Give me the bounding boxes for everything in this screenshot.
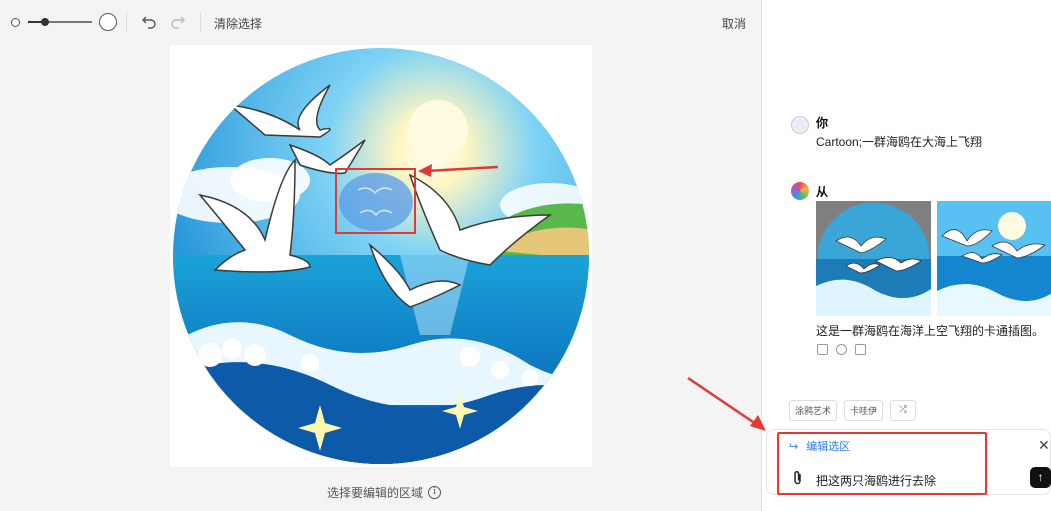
undo-icon[interactable] xyxy=(141,13,157,29)
reply-arrow-icon: ↪ xyxy=(789,440,799,453)
divider xyxy=(200,12,201,32)
thumbnail-illustration xyxy=(816,202,931,316)
large-dot-icon xyxy=(99,13,117,31)
generated-image-thumbnail[interactable] xyxy=(816,201,931,316)
seagull-illustration xyxy=(173,48,589,464)
cancel-button[interactable]: 取消 xyxy=(722,15,746,32)
style-chip[interactable]: 卡哇伊 xyxy=(844,400,884,421)
user-name: 你 xyxy=(816,116,829,130)
image-editor-pane: 清除选择 取消 选择要编辑的区域 i xyxy=(0,0,762,511)
message-input[interactable]: 把这两只海鸥进行去除 xyxy=(816,472,936,489)
thumbnail-illustration xyxy=(937,201,1051,316)
message-actions xyxy=(817,344,866,355)
divider xyxy=(126,12,127,32)
hint-text: 选择要编辑的区域 xyxy=(327,486,424,500)
small-dot-icon xyxy=(11,18,20,27)
assistant-avatar xyxy=(791,182,809,200)
edit-selection-label: 编辑选区 xyxy=(806,441,851,453)
user-message-text: Cartoon;一群海鸥在大海上飞翔 xyxy=(816,135,983,149)
close-icon[interactable]: ✕ xyxy=(1038,437,1050,454)
copy-icon[interactable] xyxy=(817,344,828,355)
edit-canvas[interactable] xyxy=(170,45,592,467)
edit-selection-tag[interactable]: ↪ 编辑选区 xyxy=(789,438,850,454)
user-avatar xyxy=(791,116,809,134)
thumbs-down-icon[interactable] xyxy=(855,344,866,355)
brush-size-slider[interactable] xyxy=(28,15,92,29)
edit-area-hint: 选择要编辑的区域 i xyxy=(327,484,442,501)
info-icon[interactable]: i xyxy=(428,486,442,499)
send-arrow-icon[interactable]: ↑ xyxy=(1030,467,1051,488)
attachment-icon[interactable] xyxy=(791,470,805,486)
shuffle-icon[interactable]: ⤮ xyxy=(890,400,917,421)
clear-selection-button[interactable]: 清除选择 xyxy=(214,15,262,32)
regenerate-icon[interactable] xyxy=(836,344,847,355)
slider-knob[interactable] xyxy=(41,18,50,26)
style-chip[interactable]: 涂鸦艺术 xyxy=(789,400,838,421)
assistant-message-text: 这是一群海鸥在海洋上空飞翔的卡通插图。 xyxy=(816,324,1045,338)
editor-toolbar: 清除选择 取消 xyxy=(0,0,762,44)
generated-image-thumbnail[interactable] xyxy=(937,201,1051,316)
style-suggestions: 涂鸦艺术 卡哇伊 ⤮ xyxy=(789,400,917,421)
redo-icon[interactable] xyxy=(170,13,186,29)
